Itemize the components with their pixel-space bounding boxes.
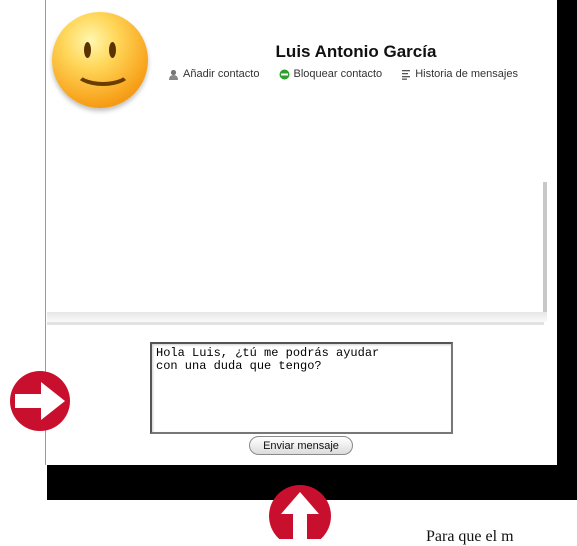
add-contact-label: Añadir contacto	[183, 68, 260, 80]
contact-name: Luis Antonio García	[275, 42, 437, 61]
block-contact-label: Bloquear contacto	[293, 68, 383, 80]
message-history-pane[interactable]	[47, 182, 547, 322]
message-history-label: Historia de mensajes	[415, 68, 518, 80]
chat-window: Luis Antonio García Añadir contacto Bloq…	[45, 0, 557, 465]
contact-actions: Añadir contacto Bloquear contacto Histor…	[168, 68, 518, 83]
message-history-link[interactable]: Historia de mensajes	[401, 68, 518, 80]
black-frame-right	[557, 0, 577, 500]
add-contact-link[interactable]: Añadir contacto	[168, 68, 259, 80]
message-input[interactable]: Hola Luis, ¿tú me podrás ayudar con una …	[150, 342, 453, 434]
list-icon	[402, 69, 411, 80]
red-arrow-up-icon	[269, 485, 331, 539]
block-contact-link[interactable]: Bloquear contacto	[279, 68, 383, 80]
divider	[47, 322, 544, 325]
send-message-button[interactable]: Enviar mensaje	[249, 436, 353, 455]
smiley-face-icon	[52, 12, 148, 108]
green-block-icon	[279, 69, 289, 79]
red-arrow-right-icon	[10, 371, 70, 431]
caption-text: Para que el m	[426, 528, 514, 545]
person-icon	[169, 69, 178, 80]
